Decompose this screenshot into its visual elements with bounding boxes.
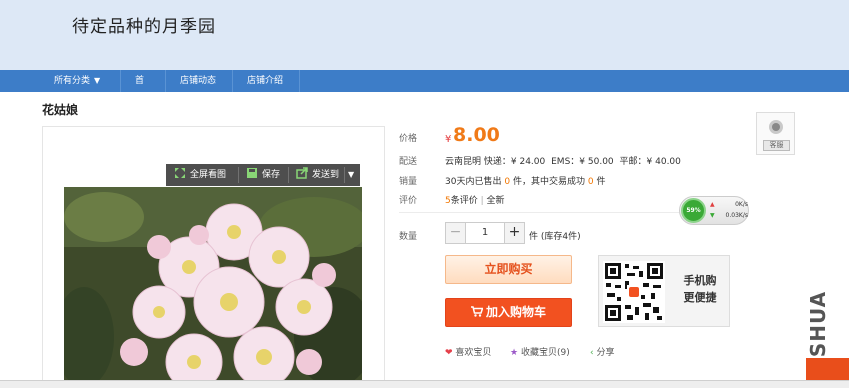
like-button[interactable]: ❤ 喜欢宝贝	[445, 345, 491, 358]
shipping-info: 云南昆明 快递：¥ 24.00 EMS：¥ 50.00 平邮：¥ 40.00	[445, 154, 681, 167]
heart-icon: ❤	[445, 348, 453, 358]
toolbar-divider	[344, 167, 345, 183]
share-icon: ‹	[590, 348, 594, 358]
sales-prefix: 30天内已售出	[445, 177, 502, 187]
review-separator: |	[480, 196, 484, 206]
quantity-label: 数量	[399, 232, 418, 242]
shipping-post: 平邮：¥ 40.00	[619, 157, 681, 167]
share-button[interactable]: ‹ 分享	[590, 345, 615, 358]
review-info: 5条评价 | 全新	[445, 193, 505, 206]
nav-home[interactable]: 首页	[120, 70, 166, 108]
save-icon	[247, 168, 257, 178]
qr-caption-line1: 手机购	[683, 274, 717, 287]
product-name: 花姑娘	[42, 103, 79, 117]
save-label: 保存	[262, 170, 281, 180]
shop-header: 待定品种的月季园	[0, 0, 849, 70]
fullscreen-button[interactable]: 全屏看图	[174, 164, 226, 186]
stock-info: 件 (库存4件)	[529, 232, 581, 242]
nav-shop-news[interactable]: 店铺动态	[166, 70, 233, 92]
upload-speed: ▲ 0K/s	[710, 201, 748, 208]
upload-value: 0K/s	[735, 201, 748, 208]
fullscreen-icon	[175, 168, 185, 178]
price-value: 8.00	[453, 124, 500, 146]
shop-navbar: 所有分类 ▼ 首页 店铺动态 店铺介绍	[0, 70, 849, 108]
price-label: 价格	[399, 134, 418, 144]
customer-service-label: 客服	[763, 140, 790, 151]
quantity-minus-button[interactable]: −	[446, 223, 466, 243]
like-label: 喜欢宝贝	[455, 348, 492, 358]
feedback-tab[interactable]	[806, 358, 849, 380]
nav-label-all-categories: 所有分类	[54, 76, 91, 86]
share-icon	[296, 167, 308, 179]
qr-caption-line2: 更便捷	[683, 291, 717, 304]
fullscreen-label: 全屏看图	[190, 170, 227, 180]
nav-all-categories[interactable]: 所有分类 ▼	[40, 70, 120, 92]
shipping-origin: 云南昆明	[445, 157, 482, 167]
sales-suffix: 件	[596, 177, 606, 187]
buy-now-button[interactable]: 立即购买	[445, 255, 572, 284]
network-speed-widget[interactable]: 59% ▲ 0K/s ▼ 0.03K/s	[679, 196, 749, 225]
send-to-label: 发送到	[312, 170, 340, 180]
share-label: 分享	[596, 348, 615, 358]
up-arrow-icon: ▲	[710, 201, 715, 208]
qr-code-icon	[603, 261, 665, 323]
add-to-cart-button[interactable]: 加入购物车	[445, 298, 572, 327]
customer-service-thumb[interactable]: 客服	[756, 112, 795, 155]
add-to-cart-label: 加入购物车	[485, 305, 546, 319]
toolbar-divider	[288, 167, 289, 183]
review-link[interactable]: 条评价	[451, 196, 478, 206]
save-button[interactable]: 保存	[246, 164, 280, 186]
sales-label: 销量	[399, 177, 418, 187]
qr-caption: 手机购 更便捷	[675, 272, 725, 306]
down-arrow-icon: ▼	[710, 212, 715, 219]
sales-success-count: 0	[587, 177, 594, 187]
shipping-label: 配送	[399, 157, 418, 167]
condition-tag: 全新	[486, 196, 505, 206]
sales-count: 0	[504, 177, 511, 187]
sales-mid: 件，其中交易成功	[512, 177, 585, 187]
star-icon: ★	[510, 348, 519, 358]
sales-info: 30天内已售出 0 件，其中交易成功 0 件	[445, 174, 605, 187]
shipping-ems: EMS：¥ 50.00	[551, 157, 614, 167]
mobile-qr-panel[interactable]: 手机购 更便捷	[598, 255, 730, 327]
shipping-express: 快递：¥ 24.00	[483, 157, 546, 167]
quantity-plus-button[interactable]: +	[504, 223, 524, 243]
review-label: 评价	[399, 196, 418, 206]
send-to-button[interactable]: 发送到	[296, 164, 339, 186]
download-value: 0.03K/s	[725, 212, 748, 219]
browser-status-bar	[0, 380, 849, 388]
favorite-button[interactable]: ★ 收藏宝贝(9)	[510, 345, 570, 358]
product-photo[interactable]	[64, 187, 362, 388]
toolbar-divider	[238, 167, 239, 183]
quantity-stepper: − 1 +	[445, 222, 525, 244]
download-speed: ▼ 0.03K/s	[710, 212, 748, 219]
image-toolbar: 全屏看图 保存 发送到 ▼	[166, 164, 360, 186]
chevron-down-icon: ▼	[94, 76, 101, 85]
shop-title: 待定品种的月季园	[72, 17, 216, 37]
favorite-label: 收藏宝贝(9)	[520, 348, 570, 358]
caret-down-icon[interactable]: ▼	[348, 164, 354, 186]
cart-icon	[470, 306, 484, 317]
speed-percent: 59%	[681, 198, 706, 223]
currency-symbol: ¥	[445, 134, 452, 145]
quantity-input[interactable]: 1	[466, 223, 504, 243]
headset-icon	[769, 120, 783, 134]
nav-shop-intro[interactable]: 店铺介绍	[233, 70, 300, 92]
